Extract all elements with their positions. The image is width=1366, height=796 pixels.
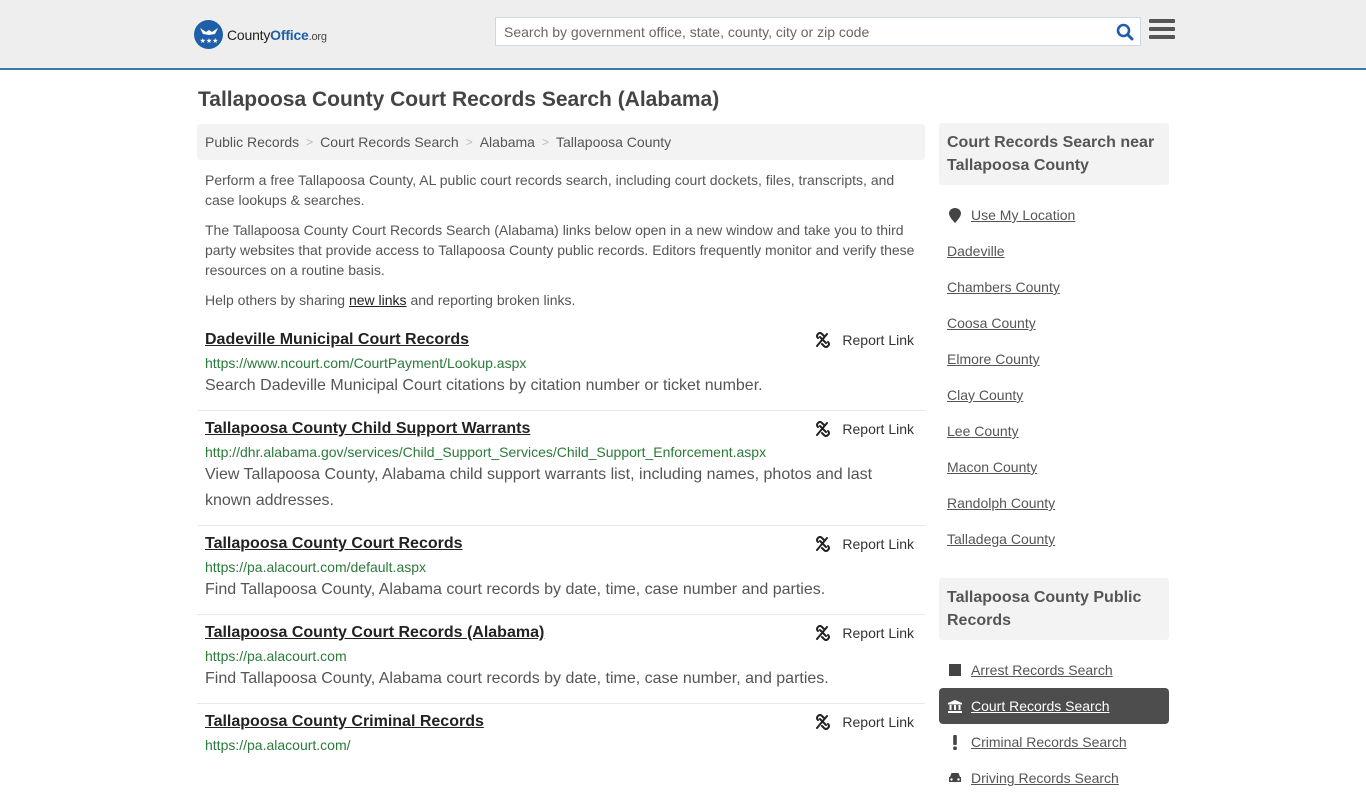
- breadcrumb-public-records[interactable]: Public Records: [205, 134, 299, 150]
- page-title: Tallapoosa County Court Records Search (…: [198, 88, 720, 111]
- arrest-records-search-link[interactable]: Arrest Records Search: [971, 662, 1113, 678]
- public-records-heading: Tallapoosa County Public Records: [939, 578, 1169, 640]
- nearby-link-chambers-county[interactable]: Chambers County: [947, 279, 1060, 295]
- result-title-link[interactable]: Tallapoosa County Child Support Warrants: [205, 419, 530, 439]
- report-link-button[interactable]: Report Link: [815, 536, 914, 552]
- result-description: Find Tallapoosa County, Alabama court re…: [205, 581, 826, 598]
- breadcrumb-separator: >: [465, 135, 473, 149]
- result-url: https://www.ncourt.com/CourtPayment/Look…: [205, 355, 527, 371]
- intro-paragraph: Perform a free Tallapoosa County, AL pub…: [205, 172, 895, 208]
- square-icon: [947, 664, 963, 676]
- criminal-records-search-link[interactable]: Criminal Records Search: [971, 734, 1127, 750]
- public-records-item-active: Court Records Search: [939, 688, 1169, 724]
- result-item: Tallapoosa County Court Records (Alabama…: [197, 615, 925, 704]
- nearby-link-clay-county[interactable]: Clay County: [947, 387, 1023, 403]
- broken-link-icon: [816, 332, 831, 348]
- nearby-item: Chambers County: [939, 269, 1169, 305]
- breadcrumb-separator: >: [541, 135, 549, 149]
- result-url: http://dhr.alabama.gov/services/Child_Su…: [205, 444, 767, 460]
- nearby-heading: Court Records Search near Tallapoosa Cou…: [939, 123, 1169, 185]
- driving-records-search-link[interactable]: Driving Records Search: [971, 770, 1119, 786]
- result-title-link[interactable]: Tallapoosa County Court Records: [205, 534, 463, 554]
- result-url: https://pa.alacourt.com/default.aspx: [205, 559, 427, 575]
- eagle-logo-icon: ★★★: [194, 20, 223, 49]
- result-description: Find Tallapoosa County, Alabama court re…: [205, 670, 829, 687]
- result-url: https://pa.alacourt.com/: [205, 737, 351, 753]
- breadcrumb-court-records-search[interactable]: Court Records Search: [320, 134, 459, 150]
- use-my-location-item: Use My Location: [939, 197, 1169, 233]
- result-item: Dadeville Municipal Court Records https:…: [197, 322, 925, 411]
- public-records-list: Arrest Records Search Court Records Sear…: [939, 640, 1169, 796]
- intro-help-paragraph: Help others by sharing new links and rep…: [205, 292, 576, 308]
- court-records-search-link[interactable]: Court Records Search: [971, 698, 1110, 714]
- nearby-item: Coosa County: [939, 305, 1169, 341]
- nearby-item: Macon County: [939, 449, 1169, 485]
- courthouse-icon: [947, 699, 963, 713]
- broken-link-icon: [816, 714, 831, 730]
- report-link-button[interactable]: Report Link: [815, 421, 914, 437]
- sidebar: Court Records Search near Tallapoosa Cou…: [939, 123, 1169, 796]
- report-link-button[interactable]: Report Link: [815, 714, 914, 730]
- nearby-item: Elmore County: [939, 341, 1169, 377]
- nearby-item: Talladega County: [939, 521, 1169, 557]
- nearby-item: Randolph County: [939, 485, 1169, 521]
- results-list: Dadeville Municipal Court Records https:…: [197, 322, 925, 765]
- hamburger-menu-icon[interactable]: [1149, 19, 1175, 43]
- search-button[interactable]: [1110, 18, 1140, 45]
- nearby-list: Use My Location Dadeville Chambers Count…: [939, 185, 1169, 557]
- use-my-location-link[interactable]: Use My Location: [971, 207, 1075, 223]
- search-bar: [495, 17, 1141, 46]
- result-description: Search Dadeville Municipal Court citatio…: [205, 377, 763, 394]
- nearby-link-talladega-county[interactable]: Talladega County: [947, 531, 1055, 547]
- site-logo[interactable]: ★★★ CountyOffice.org: [194, 20, 327, 49]
- result-title-link[interactable]: Dadeville Municipal Court Records: [205, 330, 469, 350]
- breadcrumb-separator: >: [306, 135, 314, 149]
- nearby-item: Lee County: [939, 413, 1169, 449]
- report-link-button[interactable]: Report Link: [815, 332, 914, 348]
- new-links-link[interactable]: new links: [349, 292, 407, 308]
- nearby-link-coosa-county[interactable]: Coosa County: [947, 315, 1036, 331]
- result-title-link[interactable]: Tallapoosa County Criminal Records: [205, 712, 484, 732]
- public-records-item: Criminal Records Search: [939, 724, 1169, 760]
- map-marker-icon: [947, 207, 963, 223]
- intro-text: Perform a free Tallapoosa County, AL pub…: [205, 170, 920, 320]
- breadcrumb: Public Records > Court Records Search > …: [197, 124, 925, 160]
- result-title-link[interactable]: Tallapoosa County Court Records (Alabama…: [205, 623, 544, 643]
- result-url: https://pa.alacourt.com: [205, 648, 347, 664]
- nearby-item: Dadeville: [939, 233, 1169, 269]
- car-icon: [947, 772, 963, 784]
- report-link-button[interactable]: Report Link: [815, 625, 914, 641]
- broken-link-icon: [816, 421, 831, 437]
- svg-text:★★★: ★★★: [199, 37, 218, 45]
- nearby-link-elmore-county[interactable]: Elmore County: [947, 351, 1040, 367]
- result-item: Tallapoosa County Child Support Warrants…: [197, 411, 925, 526]
- breadcrumb-alabama[interactable]: Alabama: [480, 134, 535, 150]
- broken-link-icon: [816, 625, 831, 641]
- search-input[interactable]: [496, 18, 1110, 45]
- exclamation-icon: [947, 734, 963, 750]
- nearby-link-macon-county[interactable]: Macon County: [947, 459, 1037, 475]
- result-item: Tallapoosa County Court Records https://…: [197, 526, 925, 615]
- public-records-item: Driving Records Search: [939, 760, 1169, 796]
- nearby-link-randolph-county[interactable]: Randolph County: [947, 495, 1055, 511]
- logo-text: CountyOffice.org: [227, 26, 327, 43]
- public-records-item: Arrest Records Search: [939, 652, 1169, 688]
- result-description: View Tallapoosa County, Alabama child su…: [205, 466, 873, 509]
- top-header: ★★★ CountyOffice.org: [0, 0, 1366, 70]
- breadcrumb-tallapoosa-county[interactable]: Tallapoosa County: [556, 134, 671, 150]
- nearby-link-lee-county[interactable]: Lee County: [947, 423, 1019, 439]
- result-item: Tallapoosa County Criminal Records https…: [197, 704, 925, 765]
- search-icon: [1116, 23, 1134, 40]
- broken-link-icon: [816, 536, 831, 552]
- nearby-link-dadeville[interactable]: Dadeville: [947, 243, 1005, 259]
- intro-paragraph: The Tallapoosa County Court Records Sear…: [205, 222, 915, 278]
- nearby-item: Clay County: [939, 377, 1169, 413]
